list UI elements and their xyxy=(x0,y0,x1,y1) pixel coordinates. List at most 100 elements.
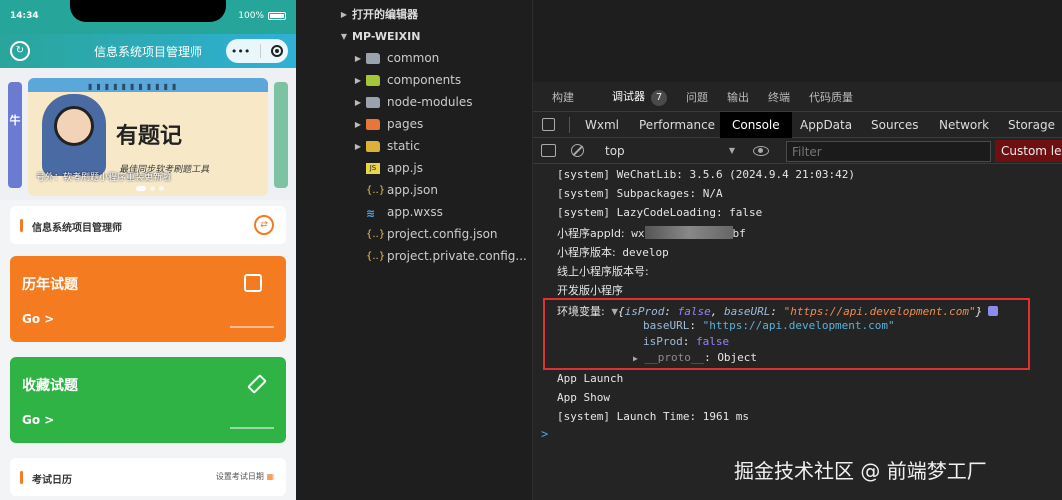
tab-console[interactable]: Console xyxy=(720,112,792,138)
tab-sources[interactable]: Sources xyxy=(871,112,918,138)
chevron-right-icon: ▶ xyxy=(354,53,362,63)
capsule-menu[interactable]: ••• xyxy=(226,39,288,63)
static-folder-icon xyxy=(366,140,380,152)
console-prompt[interactable]: > xyxy=(541,427,548,441)
tree-item-project-private-config[interactable]: {..} project.private.config... xyxy=(336,245,532,267)
simulator-gutter xyxy=(296,0,336,500)
carousel-dot xyxy=(150,186,155,191)
tab-build[interactable]: 构建 xyxy=(552,89,574,105)
clear-console-icon[interactable] xyxy=(571,144,584,157)
tree-item-label: node-modules xyxy=(387,95,473,109)
tab-debugger-label: 调试器 xyxy=(612,89,645,103)
open-editors-section[interactable]: ▶ 打开的编辑器 xyxy=(336,3,532,25)
tree-item-label: project.config.json xyxy=(387,227,498,241)
project-section[interactable]: ▼ MP-WEIXIN xyxy=(336,25,532,47)
appid-label: 小程序appId: xyxy=(557,227,625,240)
tree-item-label: app.js xyxy=(387,161,423,175)
prev-slide-peek: 牛 xyxy=(8,82,22,188)
open-editors-label: 打开的编辑器 xyxy=(352,8,418,21)
exam-section-title: 信息系统项目管理师 xyxy=(32,223,122,234)
section-accent-bar xyxy=(20,471,23,484)
version-value: develop xyxy=(622,246,669,259)
css-file-icon: ≋ xyxy=(366,206,376,220)
tab-performance[interactable]: Performance xyxy=(639,112,715,138)
redacted-appid xyxy=(644,226,733,239)
devtools-panel: 构建 调试器 7 问题 输出 终端 代码质量 Wxml Performance C… xyxy=(533,82,1062,500)
ide-window: 14:34 100% ↻ 信息系统项目管理师 ••• 牛 ▮▮▮▮▮▮▮▮▮▮▮… xyxy=(0,0,1062,500)
log-line: [system] Subpackages: N/A xyxy=(557,187,723,200)
log-appid: 小程序appId: wx bf xyxy=(557,225,746,241)
set-exam-date-link[interactable]: 设置考试日期 ▦ xyxy=(216,471,274,482)
phone-simulator: 14:34 100% ↻ 信息系统项目管理师 ••• 牛 ▮▮▮▮▮▮▮▮▮▮▮… xyxy=(0,0,296,500)
mini-program-navbar: ↻ 信息系统项目管理师 ••• xyxy=(0,34,296,68)
folder-icon xyxy=(366,96,380,108)
banner-slide[interactable]: ▮▮▮▮▮▮▮▮▮▮▮ 有题记 最佳同步软考刷题工具 号外：软考刷题小程序重装更… xyxy=(28,78,268,196)
tab-terminal[interactable]: 终端 xyxy=(768,89,790,105)
project-label: MP-WEIXIN xyxy=(352,29,421,43)
tree-item-components[interactable]: ▶ components xyxy=(336,69,532,91)
javascript-file-icon: JS xyxy=(366,162,380,174)
swap-icon[interactable]: ⇄ xyxy=(254,215,274,235)
tab-network[interactable]: Network xyxy=(939,112,989,138)
tab-debugger[interactable]: 调试器 7 xyxy=(593,88,667,106)
log-line: App Launch xyxy=(557,372,624,385)
past-exams-go[interactable]: Go > xyxy=(22,312,54,326)
tree-item-label: app.json xyxy=(387,183,438,197)
next-slide-peek xyxy=(274,82,288,188)
tree-item-app-js[interactable]: JS app.js xyxy=(336,157,532,179)
banner-illustration-face xyxy=(54,106,94,146)
card-decoration xyxy=(230,427,274,429)
context-value: top xyxy=(605,144,625,158)
appid-suffix: bf xyxy=(732,227,746,240)
context-selector[interactable]: top ▼ xyxy=(597,141,741,161)
tab-wxml[interactable]: Wxml xyxy=(585,112,619,138)
file-explorer: ▶ 打开的编辑器 ▼ MP-WEIXIN ▶ common ▶ components… xyxy=(336,0,532,500)
battery-percent: 100% xyxy=(238,11,264,21)
tab-appdata[interactable]: AppData xyxy=(800,112,852,138)
tree-item-common[interactable]: ▶ common xyxy=(336,47,532,69)
tab-storage[interactable]: Storage xyxy=(1008,112,1055,138)
tab-problems[interactable]: 问题 xyxy=(686,89,708,105)
tree-item-label: static xyxy=(387,139,420,153)
console-toolbar: top ▼ Custom levels xyxy=(533,138,1062,164)
sidebar-toggle-icon[interactable] xyxy=(541,144,556,157)
chevron-right-icon: ▶ xyxy=(340,9,348,19)
more-icon[interactable]: ••• xyxy=(231,45,250,58)
tree-item-app-json[interactable]: {..} app.json xyxy=(336,179,532,201)
banner-caption: 号外：软考刷题小程序重装更新啦 xyxy=(36,173,172,183)
components-folder-icon xyxy=(366,74,380,86)
tree-item-static[interactable]: ▶ static xyxy=(336,135,532,157)
exam-section-header: 信息系统项目管理师 ⇄ xyxy=(10,206,286,244)
banner-carousel[interactable]: 牛 ▮▮▮▮▮▮▮▮▮▮▮ 有题记 最佳同步软考刷题工具 号外：软考刷题小程序重… xyxy=(0,68,296,200)
debugger-count-badge: 7 xyxy=(651,89,667,106)
log-line: [system] WeChatLib: 3.5.6 (2024.9.4 21:0… xyxy=(557,168,856,181)
card-decoration xyxy=(230,326,274,328)
favorites-card[interactable]: 收藏试题 Go > xyxy=(10,357,286,443)
favorites-go[interactable]: Go > xyxy=(22,413,54,427)
log-levels-dropdown[interactable]: Custom levels xyxy=(995,140,1062,162)
devtools-tabs: Wxml Performance Console AppData Sources… xyxy=(533,112,1062,138)
close-mini-program-icon[interactable] xyxy=(271,45,284,57)
chevron-down-icon: ▼ xyxy=(340,31,348,41)
tree-item-app-wxss[interactable]: ≋ app.wxss xyxy=(336,201,532,223)
console-filter-input[interactable] xyxy=(786,141,991,162)
tree-item-label: common xyxy=(387,51,440,65)
tree-item-node-modules[interactable]: ▶ node-modules xyxy=(336,91,532,113)
tree-item-pages[interactable]: ▶ pages xyxy=(336,113,532,135)
tree-item-label: components xyxy=(387,73,462,87)
chevron-right-icon: ▶ xyxy=(354,119,362,129)
tree-item-project-config[interactable]: {..} project.config.json xyxy=(336,223,532,245)
log-line: [system] LazyCodeLoading: false xyxy=(557,206,763,219)
live-expression-eye-icon[interactable] xyxy=(753,146,769,156)
pages-folder-icon xyxy=(366,118,380,130)
appid-prefix: wx xyxy=(631,227,645,240)
json-file-icon: {..} xyxy=(366,250,386,262)
inspect-element-icon[interactable] xyxy=(542,118,555,131)
tag-icon xyxy=(247,374,267,394)
tab-code-quality[interactable]: 代码质量 xyxy=(809,89,853,105)
bottom-panel-tabs: 构建 调试器 7 问题 输出 终端 代码质量 xyxy=(533,82,1062,112)
tab-output[interactable]: 输出 xyxy=(727,89,749,105)
past-exams-card[interactable]: 历年试题 Go > xyxy=(10,256,286,342)
calendar-section-header: 考试日历 设置考试日期 ▦ xyxy=(10,458,286,496)
battery-icon xyxy=(268,12,286,20)
